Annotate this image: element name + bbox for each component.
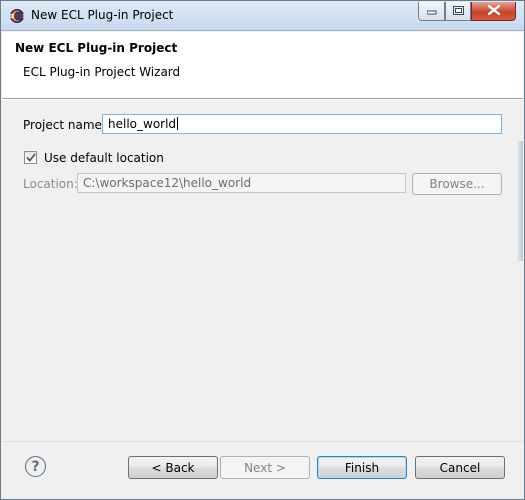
back-button[interactable]: < Back xyxy=(128,456,218,479)
footer-divider xyxy=(2,441,523,442)
use-default-location-checkbox[interactable] xyxy=(24,151,37,164)
minimize-button[interactable] xyxy=(418,2,445,21)
minimize-icon xyxy=(426,4,437,18)
eclipse-icon xyxy=(9,8,25,24)
cancel-button[interactable]: Cancel xyxy=(415,456,505,479)
close-icon xyxy=(487,4,500,18)
window-title: New ECL Plug-in Project xyxy=(31,8,174,22)
title-bar[interactable]: New ECL Plug-in Project xyxy=(1,1,524,31)
location-value: C:\workspace12\hello_world xyxy=(83,176,252,190)
browse-button[interactable]: Browse... xyxy=(412,173,502,195)
help-icon[interactable]: ? xyxy=(25,456,46,477)
use-default-location-label[interactable]: Use default location xyxy=(44,151,164,165)
location-label: Location: xyxy=(23,177,78,191)
finish-button[interactable]: Finish xyxy=(317,456,407,479)
next-button[interactable]: Next > xyxy=(220,456,310,479)
header-divider xyxy=(2,98,523,100)
project-name-label: Project name: xyxy=(23,118,106,132)
maximize-button[interactable] xyxy=(445,2,471,21)
location-input[interactable]: C:\workspace12\hello_world xyxy=(77,173,406,193)
window-edge-highlight xyxy=(517,141,523,261)
wizard-header: New ECL Plug-in Project ECL Plug-in Proj… xyxy=(2,32,523,98)
close-button[interactable] xyxy=(471,2,516,21)
dialog-window: New ECL Plug-in Project New ECL Plug-in … xyxy=(0,0,525,500)
checkmark-icon xyxy=(25,151,36,165)
text-caret xyxy=(177,117,179,130)
maximize-icon xyxy=(452,4,464,18)
wizard-page-title: New ECL Plug-in Project xyxy=(15,41,178,55)
wizard-page-description: ECL Plug-in Project Wizard xyxy=(23,65,181,79)
project-name-value: hello_world xyxy=(108,117,177,131)
project-name-input[interactable]: hello_world xyxy=(102,114,502,134)
